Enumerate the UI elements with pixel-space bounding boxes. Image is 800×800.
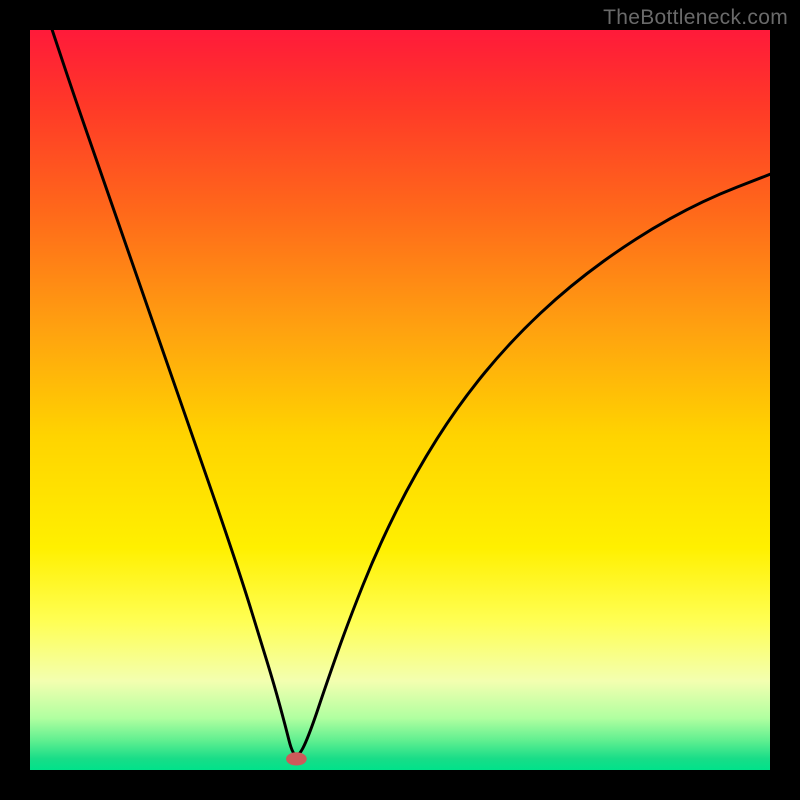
optimal-point-marker [286,752,307,765]
watermark: TheBottleneck.com [603,6,788,30]
curve-layer [30,30,770,770]
chart-frame: TheBottleneck.com [0,0,800,800]
plot-area [30,30,770,770]
bottleneck-curve [52,30,770,755]
